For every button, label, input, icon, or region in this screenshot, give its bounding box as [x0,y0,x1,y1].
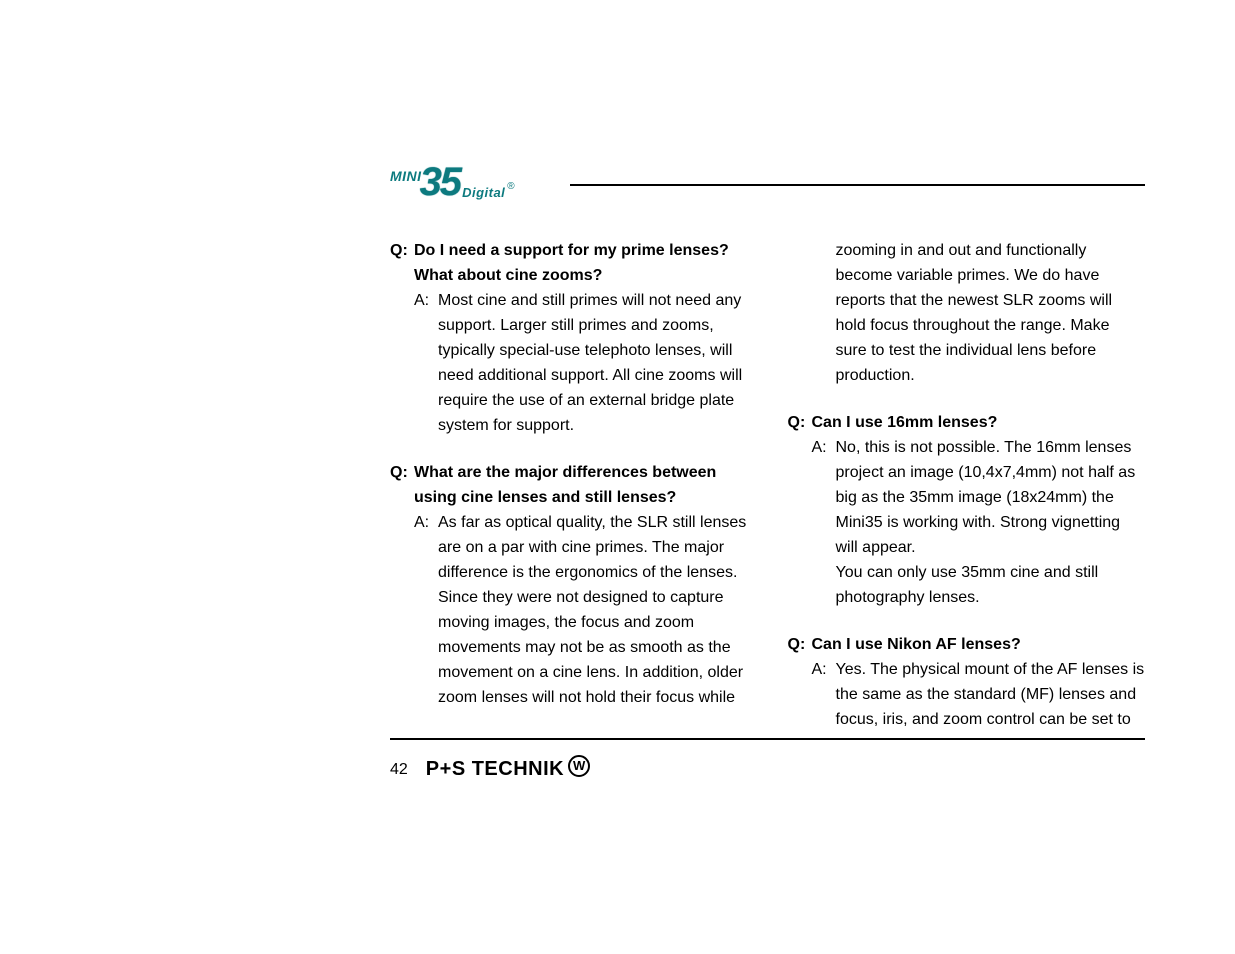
logo-registered-icon: ® [507,181,514,192]
answer-label: A: [414,288,438,438]
page-footer: 42 P+S TECHNIK W [390,758,590,781]
brand-w-mark-icon: W [568,755,590,777]
logo-35-text: 35 [420,162,461,202]
question-label: Q: [390,460,414,510]
answer-text: As far as optical quality, the SLR still… [438,510,748,710]
qa-block-1: Q: Do I need a support for my prime lens… [390,238,748,438]
page-number: 42 [390,761,408,779]
header-divider [570,184,1145,186]
document-page: MINI 35 Digital ® Q: Do I need a support… [0,0,1235,954]
page-header: MINI 35 Digital ® [390,168,1145,208]
answer-label: A: [414,510,438,710]
question-label: Q: [788,410,812,435]
qa-continuation: zooming in and out and functionally beco… [788,238,1146,388]
footer-divider [390,738,1145,740]
question-label: Q: [390,238,414,288]
column-left: Q: Do I need a support for my prime lens… [390,238,748,734]
question-text: Can I use 16mm lenses? [812,410,998,435]
content-columns: Q: Do I need a support for my prime lens… [390,238,1145,734]
answer-text: No, this is not possible. The 16mm lense… [836,435,1146,560]
answer-continuation-text: zooming in and out and functionally beco… [788,238,1146,388]
brand-text: P+S TECHNIK [426,758,564,781]
answer-text-extra: You can only use 35mm cine and still pho… [788,560,1146,610]
logo-mini-text: MINI [390,168,422,184]
logo-digital-text: Digital [462,185,505,200]
qa-block-2: Q: What are the major differences betwee… [390,460,748,710]
mini35-logo: MINI 35 Digital ® [390,162,515,202]
answer-text: Most cine and still primes will not need… [438,288,748,438]
answer-label: A: [812,657,836,732]
ps-technik-logo: P+S TECHNIK W [426,758,590,781]
qa-block-3: Q: Can I use 16mm lenses? A: No, this is… [788,410,1146,610]
qa-block-4: Q: Can I use Nikon AF lenses? A: Yes. Th… [788,632,1146,732]
column-right: zooming in and out and functionally beco… [788,238,1146,734]
answer-text: Yes. The physical mount of the AF lenses… [836,657,1146,732]
question-text: What are the major differences between u… [414,460,748,510]
question-text: Do I need a support for my prime lenses?… [414,238,748,288]
answer-label: A: [812,435,836,560]
question-text: Can I use Nikon AF lenses? [812,632,1021,657]
question-label: Q: [788,632,812,657]
